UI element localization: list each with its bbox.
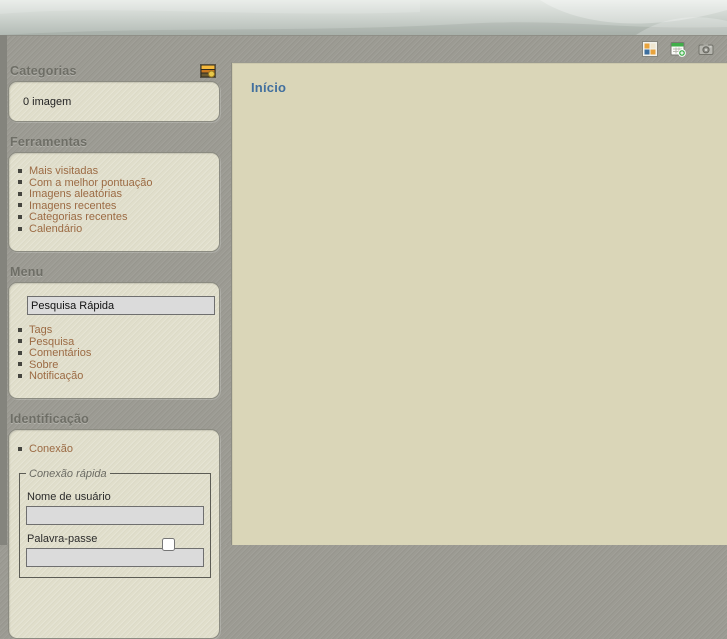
square-bullet-icon bbox=[18, 327, 22, 332]
categories-box: 0 imagem bbox=[8, 81, 220, 122]
camera-icon[interactable] bbox=[698, 41, 714, 57]
square-bullet-icon bbox=[18, 191, 22, 196]
link-tags[interactable]: Tags bbox=[29, 324, 52, 336]
square-bullet-icon bbox=[18, 180, 22, 185]
toolbar bbox=[642, 41, 714, 57]
identification-box: Conexão Conexão rápida Nome de usuário P… bbox=[8, 429, 220, 639]
link-connect[interactable]: Conexão bbox=[29, 443, 73, 455]
link-notification[interactable]: Notificação bbox=[29, 370, 83, 383]
quick-connect-fieldset: Conexão rápida Nome de usuário Palavra-p… bbox=[19, 467, 211, 578]
link-recent-images[interactable]: Imagens recentes bbox=[29, 200, 116, 212]
list-item: Calendário bbox=[9, 223, 219, 236]
menu-box: Tags Pesquisa Comentários Sobre Notifica… bbox=[8, 281, 220, 400]
square-bullet-icon bbox=[18, 446, 22, 451]
square-bullet-icon bbox=[18, 214, 22, 219]
list-item: Notificação bbox=[9, 371, 219, 383]
calendar-add-icon[interactable] bbox=[670, 41, 686, 57]
menu-heading: Menu bbox=[10, 264, 44, 279]
tools-box: Mais visitadas Com a melhor pontuação Im… bbox=[8, 152, 220, 252]
tools-heading: Ferramentas bbox=[10, 135, 88, 149]
link-comments[interactable]: Comentários bbox=[29, 347, 91, 359]
link-random-images[interactable]: Imagens aleatórias bbox=[29, 188, 122, 200]
square-bullet-icon bbox=[18, 168, 22, 173]
link-most-visited[interactable]: Mais visitadas bbox=[29, 165, 98, 177]
password-label: Palavra-passe bbox=[27, 532, 98, 545]
square-bullet-icon bbox=[18, 374, 22, 379]
sidebar: Categorias 0 imagem Ferramentas Mais vis… bbox=[8, 62, 220, 639]
password-field[interactable] bbox=[26, 547, 204, 567]
list-item: Conexão bbox=[9, 443, 219, 456]
link-about[interactable]: Sobre bbox=[29, 359, 58, 371]
square-bullet-icon bbox=[18, 226, 22, 231]
square-bullet-icon bbox=[18, 362, 22, 367]
image-feed-icon[interactable] bbox=[200, 64, 216, 78]
quick-connect-legend: Conexão rápida bbox=[29, 467, 107, 480]
main-content-panel: Início bbox=[231, 62, 727, 545]
page-left-edge bbox=[0, 35, 7, 545]
username-label: Nome de usuário bbox=[27, 490, 111, 503]
page-title: Início bbox=[251, 80, 287, 95]
thumbnails-view-icon[interactable] bbox=[642, 41, 658, 57]
square-bullet-icon bbox=[18, 203, 22, 208]
banner bbox=[0, 0, 727, 36]
square-bullet-icon bbox=[18, 350, 22, 355]
menu-list: Tags Pesquisa Comentários Sobre Notifica… bbox=[9, 324, 219, 383]
quick-search-input[interactable] bbox=[27, 296, 215, 316]
username-field[interactable] bbox=[26, 505, 204, 525]
link-search[interactable]: Pesquisa bbox=[29, 336, 74, 348]
link-calendar[interactable]: Calendário bbox=[29, 223, 82, 235]
link-best-rated[interactable]: Com a melhor pontuação bbox=[29, 177, 153, 189]
identification-list: Conexão bbox=[9, 443, 219, 456]
banner-waves-graphic bbox=[0, 0, 727, 35]
image-count: 0 imagem bbox=[23, 96, 72, 108]
identification-heading: Identificação bbox=[10, 412, 90, 427]
square-bullet-icon bbox=[18, 339, 22, 344]
categories-heading: Categorias bbox=[10, 64, 77, 78]
tools-list: Mais visitadas Com a melhor pontuação Im… bbox=[9, 165, 219, 236]
link-recent-categories[interactable]: Categorias recentes bbox=[29, 211, 127, 224]
